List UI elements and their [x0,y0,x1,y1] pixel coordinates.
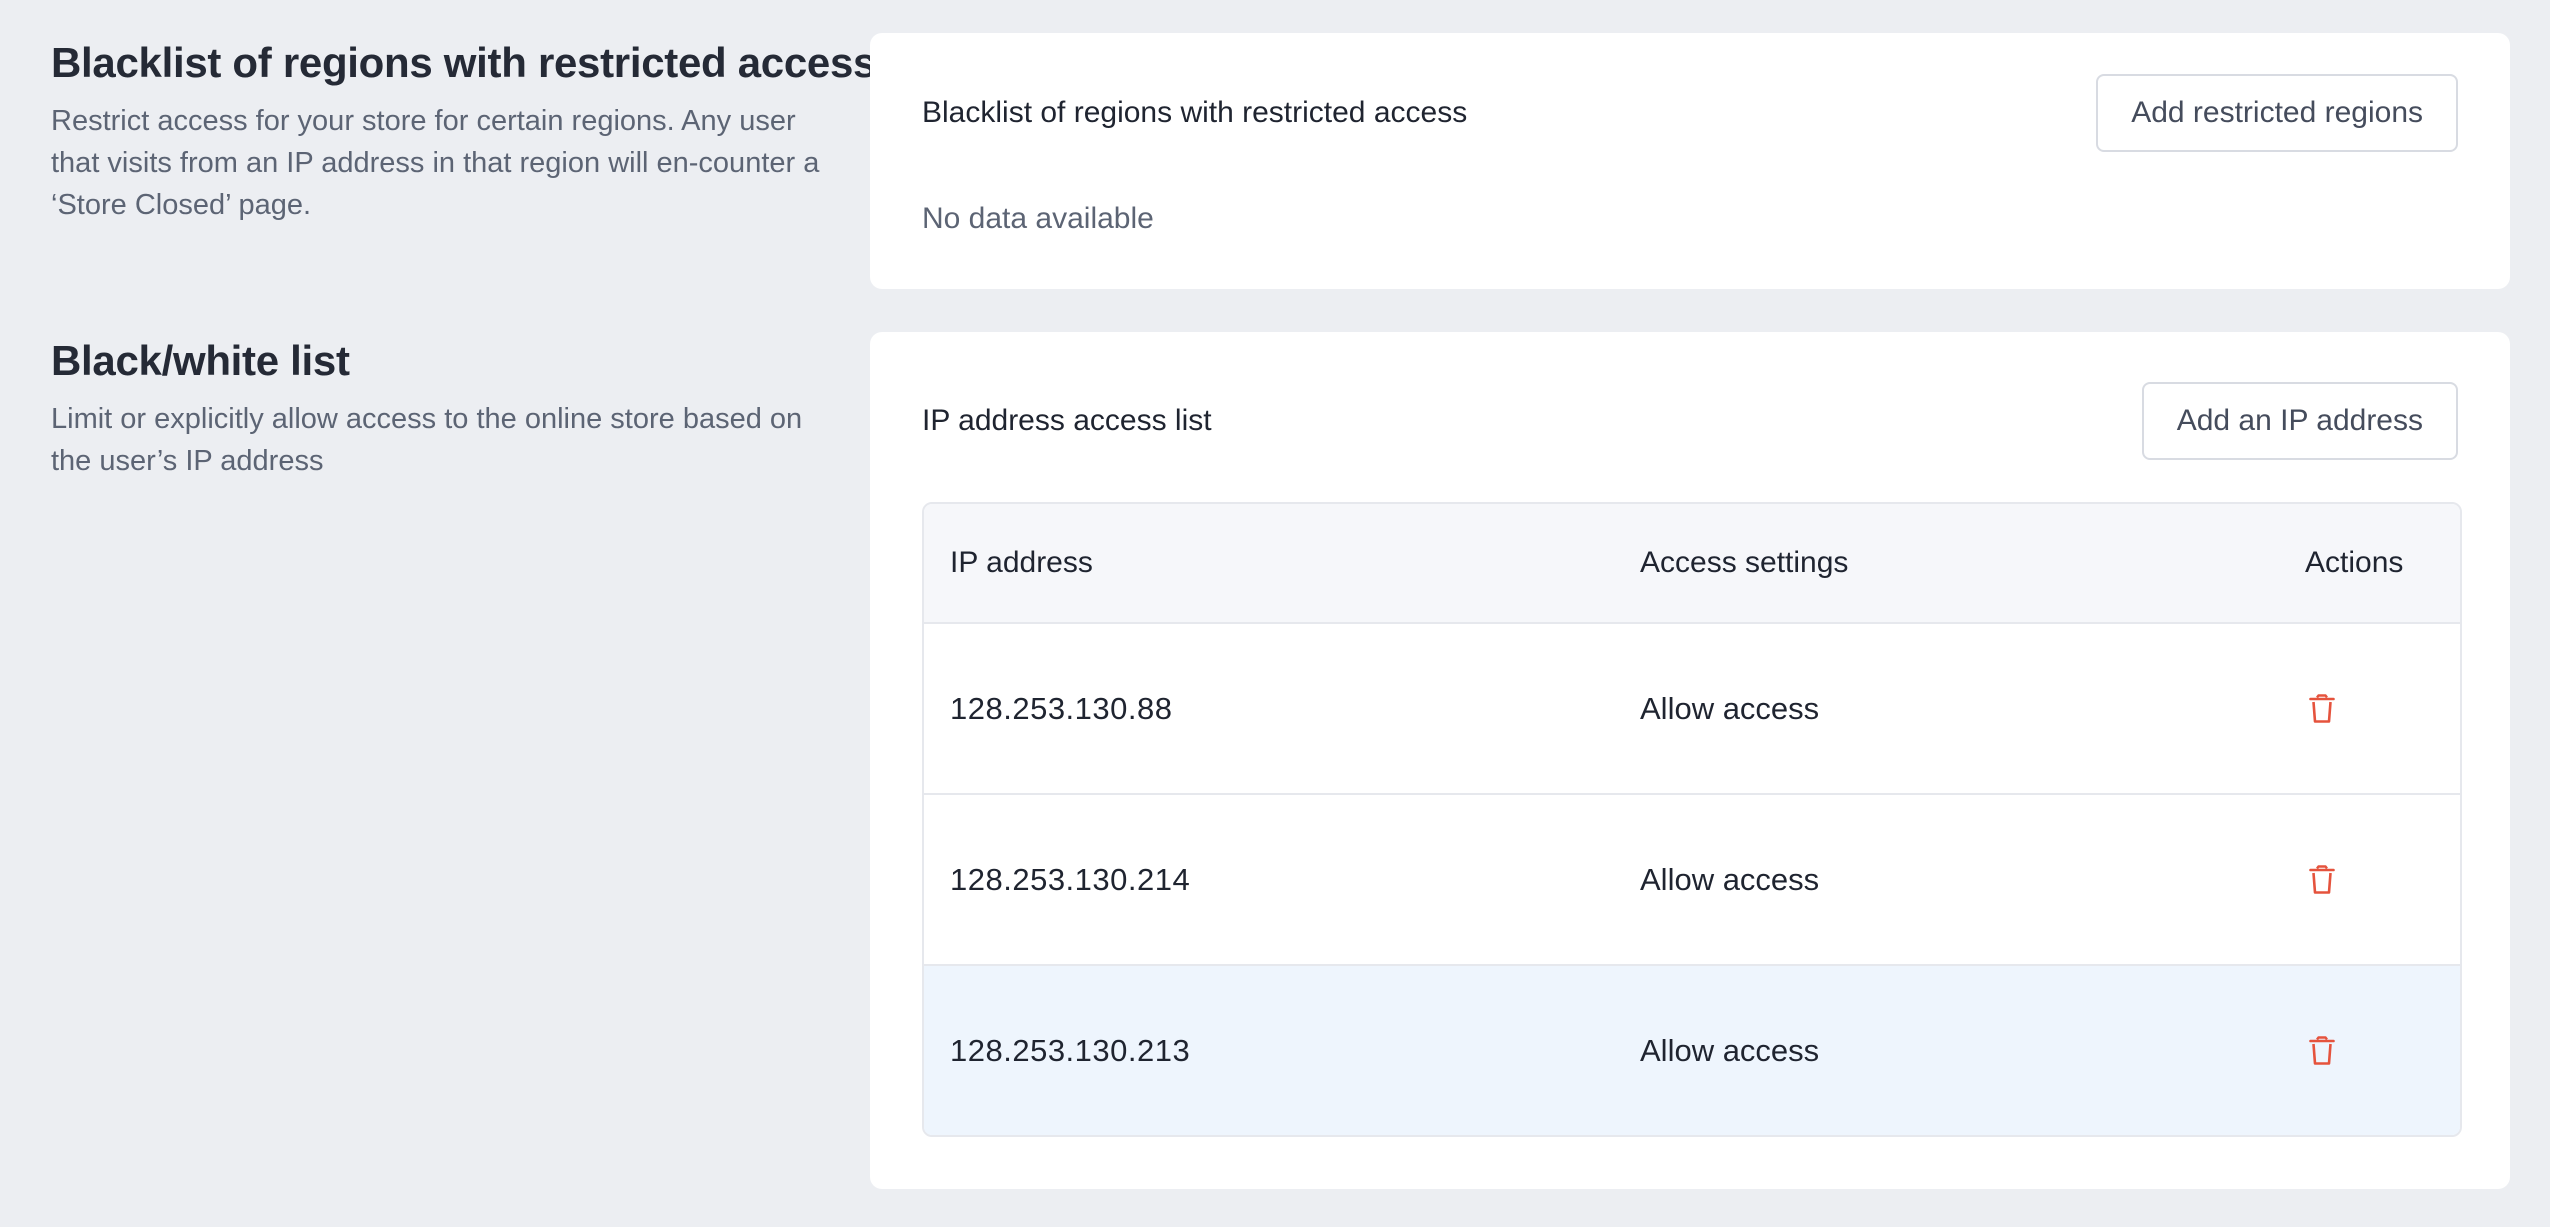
ip-section-description: Limit or explicitly allow access to the … [51,403,803,477]
ip-access-table: IP address Access settings Actions 128.2… [922,502,2462,1137]
regions-empty-state: No data available [922,202,1154,235]
ip-address-cell: 128.253.130.214 [950,862,1191,897]
regions-card-title: Blacklist of regions with restricted acc… [922,96,1468,129]
ip-card: IP address access list Add an IP address… [870,332,2510,1189]
ip-card-title: IP address access list [922,404,1212,437]
column-header-ip-address: IP address [950,546,1093,579]
access-settings-cell: Allow access [1640,862,1820,897]
regions-section-title: Blacklist of regions with restricted acc… [51,39,877,86]
trash-icon[interactable] [2309,1036,2335,1066]
add-restricted-regions-button[interactable]: Add restricted regions [2096,74,2458,152]
trash-icon[interactable] [2309,865,2335,895]
add-ip-address-button[interactable]: Add an IP address [2141,382,2458,460]
ip-address-cell: 128.253.130.213 [950,1033,1191,1068]
ip-section-info: Black/white list Limit or explicitly all… [51,336,841,482]
access-settings-cell: Allow access [1640,691,1820,726]
table-row: 128.253.130.214 Allow access [924,795,2460,966]
ip-section-title: Black/white list [51,337,350,384]
access-settings-cell: Allow access [1640,1033,1820,1068]
column-header-actions: Actions [2305,546,2404,579]
regions-section-info: Blacklist of regions with restricted acc… [51,38,877,226]
table-header: IP address Access settings Actions [924,504,2460,624]
regions-card-header: Blacklist of regions with restricted acc… [922,74,2458,152]
regions-card: Blacklist of regions with restricted acc… [870,33,2510,289]
ip-address-cell: 128.253.130.88 [950,691,1173,726]
trash-icon[interactable] [2309,694,2335,724]
regions-section-description: Restrict access for your store for certa… [51,105,820,221]
table-row: 128.253.130.213 Allow access [924,966,2460,1135]
column-header-access-settings: Access settings [1640,546,1849,579]
table-row: 128.253.130.88 Allow access [924,624,2460,795]
page: Blacklist of regions with restricted acc… [0,0,2550,1227]
ip-card-header: IP address access list Add an IP address [922,382,2458,460]
